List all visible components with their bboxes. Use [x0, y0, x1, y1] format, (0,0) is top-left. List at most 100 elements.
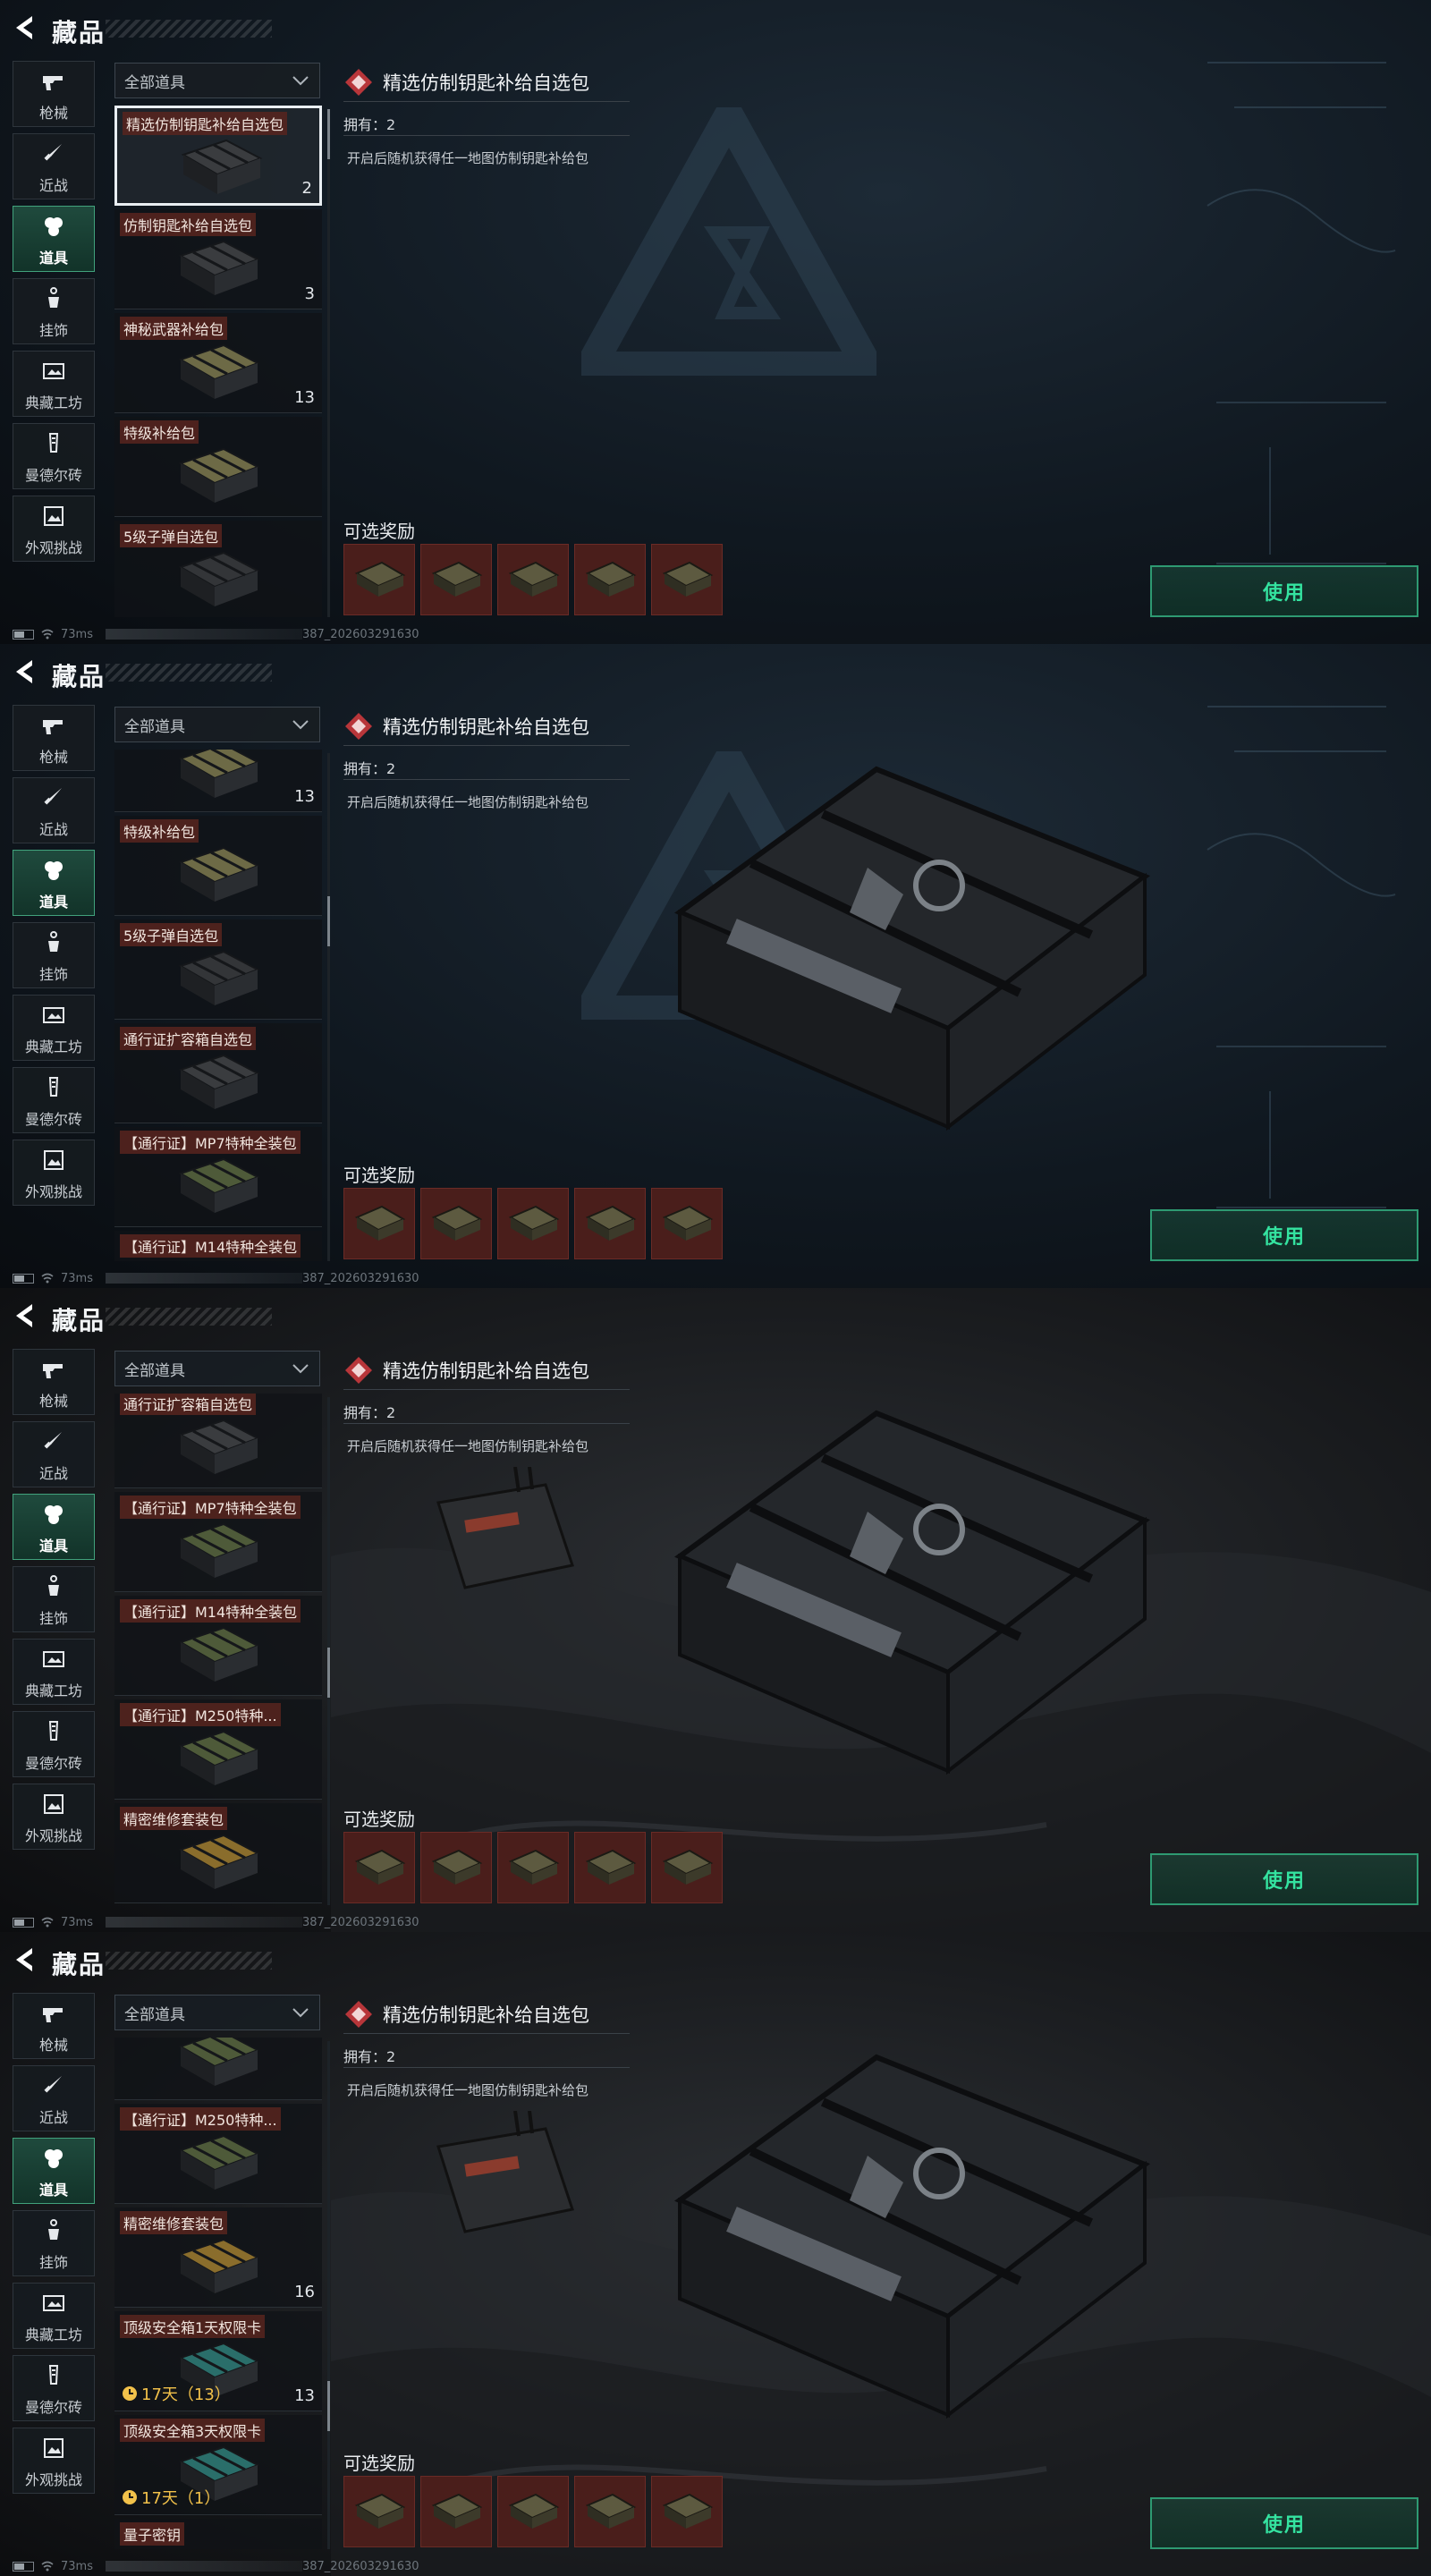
sidebar-item-6[interactable]: 外观挑战: [13, 1140, 95, 1206]
use-button[interactable]: 使用: [1150, 1209, 1418, 1261]
list-item[interactable]: 神秘武器补给包 13: [114, 313, 322, 413]
sidebar-item-4[interactable]: 典藏工坊: [13, 351, 95, 417]
sidebar-item-6[interactable]: 外观挑战: [13, 496, 95, 562]
sidebar-item-3[interactable]: 挂饰: [13, 278, 95, 344]
sidebar-item-4[interactable]: 典藏工坊: [13, 995, 95, 1061]
reward-slot[interactable]: [574, 2476, 646, 2547]
use-button[interactable]: 使用: [1150, 565, 1418, 617]
sidebar-item-0[interactable]: 枪械: [13, 705, 95, 771]
back-arrow-icon[interactable]: [13, 657, 39, 687]
sidebar-item-3[interactable]: 挂饰: [13, 1566, 95, 1632]
list-item[interactable]: 【通行证】MP7特种全装包: [114, 1492, 322, 1592]
sidebar-item-2[interactable]: 道具: [13, 2138, 95, 2204]
back-arrow-icon[interactable]: [13, 13, 39, 43]
reward-slot[interactable]: [343, 1188, 415, 1259]
scroll-thumb[interactable]: [327, 1648, 330, 1698]
list-scrollbar[interactable]: [327, 1397, 330, 1905]
sidebar-item-1[interactable]: 近战: [13, 1421, 95, 1487]
item-filter-dropdown[interactable]: 全部道具: [114, 707, 320, 742]
reward-slot[interactable]: [651, 544, 723, 615]
sidebar-item-1[interactable]: 近战: [13, 2065, 95, 2131]
list-item[interactable]: 【通行证】MP7特种全装包: [114, 1127, 322, 1227]
list-item[interactable]: 特级补给包: [114, 816, 322, 916]
use-button[interactable]: 使用: [1150, 2497, 1418, 2549]
back-arrow-icon[interactable]: [13, 1301, 39, 1331]
sidebar-item-3[interactable]: 挂饰: [13, 2210, 95, 2276]
reward-slot[interactable]: [651, 2476, 723, 2547]
list-item[interactable]: 13: [114, 750, 322, 812]
use-button[interactable]: 使用: [1150, 1853, 1418, 1905]
category-sidebar: 枪械 近战 道具 挂饰 典藏工坊 曼德尔砖 外观挑战: [13, 1349, 95, 1856]
item-name: 特级补给包: [120, 420, 199, 444]
list-item[interactable]: 精选仿制钥匙补给自选包 2: [114, 106, 322, 206]
reward-slot[interactable]: [420, 544, 492, 615]
reward-slot[interactable]: [420, 2476, 492, 2547]
sidebar-item-1[interactable]: 近战: [13, 777, 95, 843]
sidebar-item-3[interactable]: 挂饰: [13, 922, 95, 988]
list-item[interactable]: 通行证扩容箱自选包: [114, 1394, 322, 1488]
reward-slot[interactable]: [651, 1188, 723, 1259]
list-item[interactable]: 【通行证】M250特种...: [114, 1699, 322, 1800]
sidebar-item-6[interactable]: 外观挑战: [13, 1784, 95, 1850]
reward-slot[interactable]: [574, 1188, 646, 1259]
sidebar-item-2[interactable]: 道具: [13, 206, 95, 272]
reward-slot[interactable]: [343, 1832, 415, 1903]
item-name: 通行证扩容箱自选包: [120, 1027, 257, 1050]
sidebar-item-2[interactable]: 道具: [13, 850, 95, 916]
item-thumbnail: [178, 950, 260, 1005]
reward-slot[interactable]: [343, 544, 415, 615]
radio-device: [436, 1467, 574, 1589]
sidebar-item-1[interactable]: 近战: [13, 133, 95, 199]
list-item[interactable]: 顶级安全箱3天权限卡 17天（1）: [114, 2415, 322, 2515]
reward-slot[interactable]: [343, 2476, 415, 2547]
sidebar-item-5[interactable]: 曼德尔砖: [13, 423, 95, 489]
list-item[interactable]: 量子密钥: [114, 2519, 322, 2549]
reward-slot[interactable]: [420, 1188, 492, 1259]
reward-slot[interactable]: [497, 2476, 569, 2547]
item-name: 顶级安全箱3天权限卡: [120, 2419, 266, 2442]
sidebar-item-0[interactable]: 枪械: [13, 1349, 95, 1415]
list-item[interactable]: 5级子弹自选包: [114, 521, 322, 617]
list-item[interactable]: 精密维修套装包: [114, 1803, 322, 1903]
list-scrollbar[interactable]: [327, 753, 330, 1261]
item-filter-dropdown[interactable]: 全部道具: [114, 1995, 320, 2030]
reward-slot[interactable]: [420, 1832, 492, 1903]
list-item[interactable]: 通行证扩容箱自选包: [114, 1023, 322, 1123]
reward-slot[interactable]: [574, 1832, 646, 1903]
sidebar-item-5[interactable]: 曼德尔砖: [13, 1067, 95, 1133]
list-scrollbar[interactable]: [327, 109, 330, 617]
scroll-thumb[interactable]: [327, 109, 330, 159]
list-item[interactable]: 【通行证】M250特种...: [114, 2104, 322, 2204]
item-filter-dropdown[interactable]: 全部道具: [114, 1351, 320, 1386]
sidebar-item-2[interactable]: 道具: [13, 1494, 95, 1560]
list-item[interactable]: 5级子弹自选包: [114, 919, 322, 1020]
list-item[interactable]: 特级补给包: [114, 417, 322, 517]
reward-slot[interactable]: [497, 1832, 569, 1903]
sidebar-item-4[interactable]: 典藏工坊: [13, 2283, 95, 2349]
list-item[interactable]: 【通行证】M14特种全装包: [114, 1231, 322, 1261]
back-arrow-icon[interactable]: [13, 1945, 39, 1975]
reward-slot[interactable]: [497, 544, 569, 615]
detail-title: 精选仿制钥匙补给自选包: [343, 1995, 630, 2034]
reward-slot[interactable]: [497, 1188, 569, 1259]
list-item[interactable]: 精密维修套装包 16: [114, 2207, 322, 2308]
scroll-thumb[interactable]: [327, 2381, 330, 2431]
sidebar-item-5[interactable]: 曼德尔砖: [13, 1711, 95, 1777]
list-item[interactable]: 【通行证】M14特种全装包: [114, 1596, 322, 1696]
reward-slot[interactable]: [651, 1832, 723, 1903]
list-item[interactable]: 仿制钥匙补给自选包 3: [114, 209, 322, 309]
list-scrollbar[interactable]: [327, 2041, 330, 2549]
list-item[interactable]: [114, 2038, 322, 2100]
sidebar-item-label: 曼德尔砖: [24, 1755, 82, 1772]
sidebar-item-4[interactable]: 典藏工坊: [13, 1639, 95, 1705]
sidebar-item-5[interactable]: 曼德尔砖: [13, 2355, 95, 2421]
sidebar-item-label: 近战: [38, 2109, 68, 2126]
item-filter-dropdown[interactable]: 全部道具: [114, 63, 320, 98]
sidebar-item-0[interactable]: 枪械: [13, 1993, 95, 2059]
list-item[interactable]: 顶级安全箱1天权限卡 17天（13） 13: [114, 2311, 322, 2411]
scroll-thumb[interactable]: [327, 896, 330, 946]
sidebar-item-6[interactable]: 外观挑战: [13, 2428, 95, 2494]
reward-slot[interactable]: [574, 544, 646, 615]
sidebar-item-0[interactable]: 枪械: [13, 61, 95, 127]
workshop-icon: [40, 2291, 67, 2319]
